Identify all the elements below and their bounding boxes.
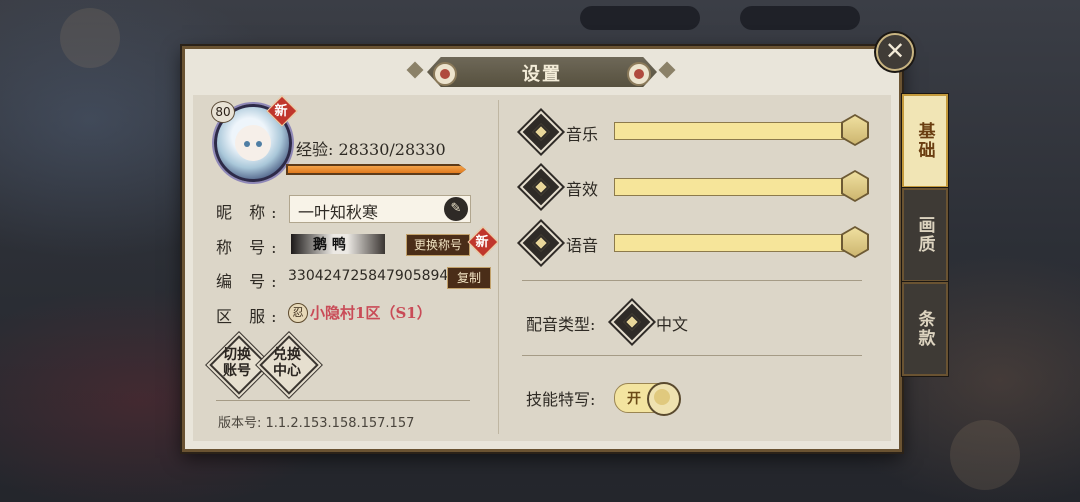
player-id: 3304247258479058944 <box>288 268 458 284</box>
tab-graphics[interactable]: 画质 <box>902 188 948 282</box>
server-emblem-icon: 忍 <box>288 303 308 323</box>
copy-button[interactable]: 复制 <box>447 267 491 289</box>
avatar-eye <box>244 141 250 147</box>
dialog-title: 设置 <box>522 64 562 85</box>
voice-slider[interactable] <box>614 226 869 258</box>
toggle-knob[interactable] <box>647 382 681 416</box>
redeem-center-label[interactable]: 兑换 中心 <box>264 347 310 379</box>
section-divider <box>498 100 499 434</box>
tab-basic[interactable]: 基础 <box>902 94 948 188</box>
new-badge-text: 新 <box>475 235 489 250</box>
voice-type-value[interactable]: 中文 <box>656 311 688 335</box>
divider <box>522 355 862 356</box>
voice-slider-fill <box>615 235 855 251</box>
avatar-portrait <box>235 125 271 161</box>
exp-label: 经验: 28330/28330 <box>296 140 446 159</box>
music-slider[interactable] <box>614 114 869 146</box>
server-label: 区 服: <box>216 307 283 326</box>
backdrop-decoration <box>950 420 1020 490</box>
divider <box>522 280 862 281</box>
new-badge-text: 新 <box>274 104 288 119</box>
nickname-value: 一叶知秋寒 <box>298 203 379 222</box>
exp-bar <box>286 164 466 175</box>
sfx-slider[interactable] <box>614 170 869 202</box>
divider <box>216 400 470 401</box>
title-plate: 鹅 鸭 <box>291 234 385 254</box>
dialog-title-banner: 设置 <box>406 55 677 89</box>
close-button[interactable]: ✕ <box>876 33 914 71</box>
skill-closeup-toggle[interactable]: 开 <box>614 382 681 416</box>
exp-bar-fill <box>288 166 466 173</box>
backdrop-decoration <box>60 8 120 68</box>
nickname-label: 昵 称: <box>216 203 283 222</box>
backdrop-resource-bar <box>580 6 700 30</box>
tab-terms[interactable]: 条款 <box>902 282 948 376</box>
change-title-button[interactable]: 更换称号 <box>406 234 470 256</box>
level-badge: 80 <box>211 101 235 123</box>
music-slider-fill <box>615 123 855 139</box>
server-name: 小隐村1区（S1） <box>310 304 432 322</box>
voice-type-label: 配音类型: <box>526 315 596 334</box>
nickname-field[interactable]: 一叶知秋寒 ✎ <box>289 195 471 223</box>
id-label: 编 号: <box>216 272 283 291</box>
switch-account-label[interactable]: 切换 账号 <box>214 347 260 379</box>
edit-nickname-brush-icon[interactable]: ✎ <box>444 197 468 221</box>
avatar-eye <box>256 141 262 147</box>
voice-label: 语音 <box>566 236 599 255</box>
version-number: 版本号: 1.1.2.153.158.157.157 <box>218 416 415 431</box>
backdrop-resource-bar <box>740 6 860 30</box>
title-label: 称 号: <box>216 238 283 257</box>
sfx-label: 音效 <box>566 180 599 199</box>
title-plate-text: 鹅 鸭 <box>313 237 346 253</box>
sfx-slider-fill <box>615 179 855 195</box>
music-label: 音乐 <box>566 125 599 144</box>
toggle-state-text: 开 <box>627 391 641 407</box>
skill-closeup-label: 技能特写: <box>526 390 596 409</box>
